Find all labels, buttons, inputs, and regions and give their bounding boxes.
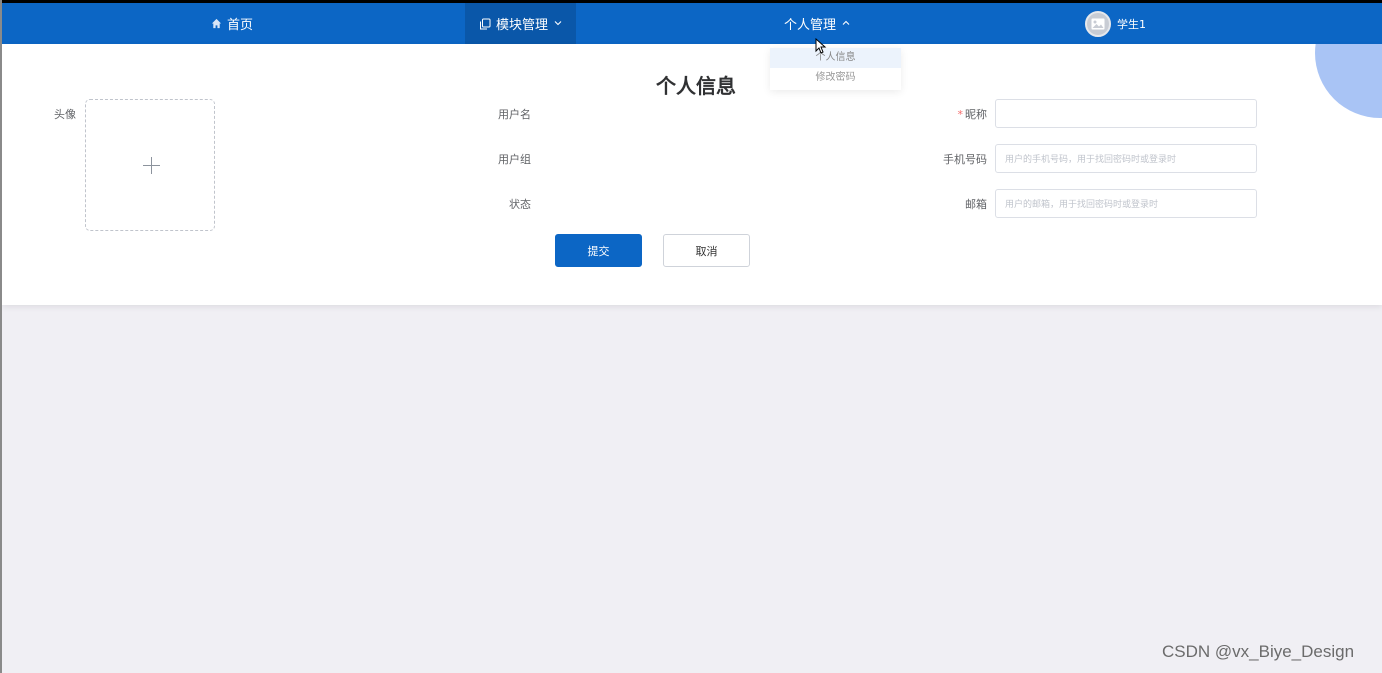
left-border [0, 0, 2, 673]
avatar-label: 头像 [54, 108, 76, 121]
phone-input[interactable]: 用户的手机号码，用于找回密码时或登录时 [995, 144, 1257, 173]
email-label: 邮箱 [965, 198, 987, 211]
avatar-upload[interactable] [85, 99, 215, 231]
user-menu[interactable]: 学生1 [1077, 3, 1167, 44]
nav-home-label: 首页 [226, 18, 253, 33]
required-mark: * [957, 108, 964, 121]
nav-home[interactable]: 首页 [152, 3, 312, 44]
home-icon [211, 18, 222, 29]
dropdown-item-personal-info[interactable]: 个人信息 [770, 48, 901, 68]
page-title: 个人信息 [656, 76, 736, 98]
email-input[interactable]: 用户的邮箱，用于找回密码时或登录时 [995, 189, 1257, 218]
submit-button[interactable]: 提交 [555, 234, 642, 267]
status-label: 状态 [509, 198, 531, 211]
top-navbar: 首页 模块管理 个人管理 学生1 [2, 3, 1382, 44]
mouse-cursor-icon [815, 37, 827, 59]
nav-personal-management-label: 个人管理 [783, 18, 836, 33]
copy-icon [479, 18, 491, 30]
nickname-label: * 昵称 [927, 106, 988, 122]
chevron-up-icon [842, 18, 850, 29]
phone-label: 手机号码 [943, 153, 987, 166]
profile-card: 个人信息 头像 用户名 用户组 状态 * 昵称 手机号码 用户的手机号码，用于找回… [2, 44, 1382, 305]
usergroup-label: 用户组 [498, 153, 531, 166]
username-label: 用户名 [498, 108, 531, 121]
cancel-button[interactable]: 取消 [663, 234, 750, 267]
avatar [1085, 10, 1111, 37]
image-placeholder-icon [1091, 18, 1105, 29]
user-name: 学生1 [1117, 17, 1146, 31]
nickname-label-text: 昵称 [965, 108, 987, 121]
dropdown-item-change-password[interactable]: 修改密码 [770, 68, 901, 88]
watermark: CSDN @vx_Biye_Design [1162, 642, 1355, 661]
personal-dropdown-menu: 个人信息 修改密码 [770, 48, 901, 90]
chevron-down-icon [554, 18, 562, 29]
nav-module-management-label: 模块管理 [495, 18, 548, 33]
nav-module-management[interactable]: 模块管理 [465, 3, 576, 44]
nickname-input[interactable] [995, 99, 1257, 128]
